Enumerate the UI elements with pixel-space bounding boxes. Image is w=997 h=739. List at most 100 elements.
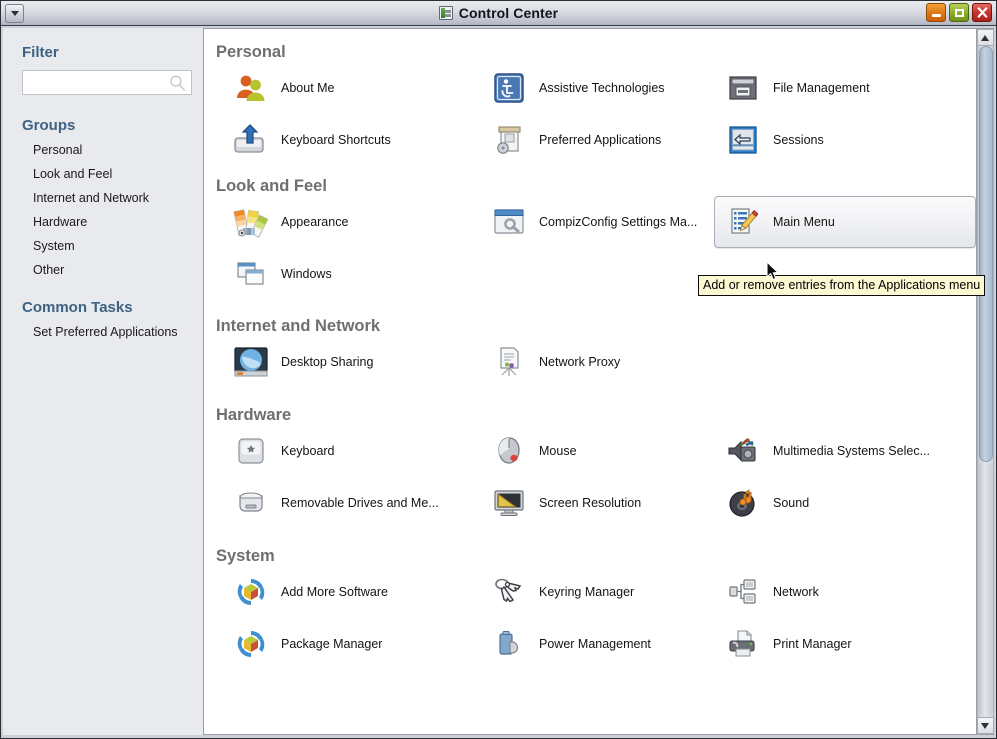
settings-item-network[interactable]: Network <box>714 566 976 618</box>
network-nodes-icon <box>723 572 763 612</box>
section-grid-internet-and-network: Desktop Sharing Network Proxy <box>204 336 976 388</box>
settings-content-pane: Personal About Me Assistive Technologies… <box>204 29 976 734</box>
settings-item-keyring-manager[interactable]: Keyring Manager <box>480 566 714 618</box>
scroll-up-arrow-icon <box>981 34 989 41</box>
settings-item-print-manager[interactable]: Print Manager <box>714 618 976 670</box>
battery-power-icon <box>489 624 529 664</box>
settings-item-sessions[interactable]: Sessions <box>714 114 976 166</box>
settings-item-sound[interactable]: Sound <box>714 477 976 529</box>
settings-item-network-proxy[interactable]: Network Proxy <box>480 336 714 388</box>
settings-item-compizconfig-settings-manager[interactable]: CompizConfig Settings Ma... <box>480 196 714 248</box>
settings-item-mouse[interactable]: Mouse <box>480 425 714 477</box>
section-grid-personal: About Me Assistive Technologies File Man… <box>204 62 976 166</box>
sessions-icon <box>723 120 763 160</box>
sidebar: Filter Groups Personal Look and Feel Int… <box>3 28 203 735</box>
settings-item-file-management[interactable]: File Management <box>714 62 976 114</box>
filter-heading: Filter <box>22 44 59 61</box>
compiz-window-wrench-icon <box>489 202 529 242</box>
settings-item-keyboard[interactable]: Keyboard <box>222 425 480 477</box>
tooltip: Add or remove entries from the Applicati… <box>698 275 986 296</box>
settings-item-label: Windows <box>281 267 332 281</box>
menu-edit-pencil-icon <box>723 202 763 242</box>
settings-item-label: Package Manager <box>281 637 383 651</box>
groups-heading: Groups <box>22 117 76 134</box>
window-title: Control Center <box>458 5 559 21</box>
sidebar-item-set-preferred-applications[interactable]: Set Preferred Applications <box>33 325 191 339</box>
window-titlebar: Control Center <box>1 1 996 26</box>
settings-item-preferred-applications[interactable]: Preferred Applications <box>480 114 714 166</box>
settings-item-appearance[interactable]: Appearance <box>222 196 480 248</box>
section-title-personal: Personal <box>216 43 286 61</box>
settings-item-label: Keyboard Shortcuts <box>281 133 391 147</box>
settings-item-label: Screen Resolution <box>539 496 642 510</box>
sidebar-item-other[interactable]: Other <box>33 263 191 277</box>
printer-icon <box>723 624 763 664</box>
settings-item-label: Sound <box>773 496 810 510</box>
window-controls <box>926 3 992 22</box>
monitor-ruler-icon <box>489 483 529 523</box>
settings-item-keyboard-shortcuts[interactable]: Keyboard Shortcuts <box>222 114 480 166</box>
sidebar-item-hardware[interactable]: Hardware <box>33 215 191 229</box>
control-center-window: Control Center Filter Groups Personal Lo… <box>0 0 997 739</box>
vertical-scrollbar[interactable] <box>976 29 994 734</box>
multimedia-speaker-icon <box>723 431 763 471</box>
settings-item-assistive-technologies[interactable]: Assistive Technologies <box>480 62 714 114</box>
maximize-button[interactable] <box>949 3 969 22</box>
settings-item-label: Network Proxy <box>539 355 621 369</box>
settings-item-label: CompizConfig Settings Ma... <box>539 215 698 229</box>
settings-item-screen-resolution[interactable]: Screen Resolution <box>480 477 714 529</box>
section-grid-system: Add More Software Keyring Manager Networ… <box>204 566 976 670</box>
window-menu-button[interactable] <box>5 3 24 23</box>
removable-drive-icon <box>231 483 271 523</box>
section-title-internet-and-network: Internet and Network <box>216 317 381 335</box>
close-button[interactable] <box>972 3 992 22</box>
settings-item-label: Network <box>773 585 819 599</box>
settings-item-main-menu[interactable]: Main Menu <box>714 196 976 248</box>
sidebar-item-look-and-feel[interactable]: Look and Feel <box>33 167 191 181</box>
settings-item-label: Main Menu <box>773 215 835 229</box>
minimize-icon <box>931 13 941 17</box>
settings-item-multimedia-systems-selector[interactable]: Multimedia Systems Selec... <box>714 425 976 477</box>
settings-item-label: Print Manager <box>773 637 852 651</box>
minimize-button[interactable] <box>926 3 946 22</box>
settings-item-label: Mouse <box>539 444 577 458</box>
sidebar-item-system[interactable]: System <box>33 239 191 253</box>
settings-item-about-me[interactable]: About Me <box>222 62 480 114</box>
settings-item-label: Assistive Technologies <box>539 81 665 95</box>
settings-item-label: Sessions <box>773 133 824 147</box>
scrollbar-track-lower[interactable] <box>978 462 993 717</box>
filter-input-wrapper[interactable] <box>22 70 192 95</box>
settings-item-label: Keyboard <box>281 444 335 458</box>
settings-item-removable-drives-and-media[interactable]: Removable Drives and Me... <box>222 477 480 529</box>
scrollbar-track[interactable] <box>976 46 994 717</box>
settings-item-power-management[interactable]: Power Management <box>480 618 714 670</box>
color-swatch-icon <box>231 202 271 242</box>
maximize-icon <box>954 8 964 17</box>
sidebar-item-personal[interactable]: Personal <box>33 143 191 157</box>
sound-note-icon <box>723 483 763 523</box>
settings-item-add-more-software[interactable]: Add More Software <box>222 566 480 618</box>
mouse-icon <box>489 431 529 471</box>
globe-monitor-icon <box>231 342 271 382</box>
proxy-certificate-icon <box>489 342 529 382</box>
scroll-down-arrow-icon <box>981 722 989 729</box>
settings-item-desktop-sharing[interactable]: Desktop Sharing <box>222 336 480 388</box>
window-menu-caret-icon <box>10 10 19 16</box>
window-title-group: Control Center <box>1 5 996 21</box>
section-title-system: System <box>216 547 275 565</box>
settings-item-label: Appearance <box>281 215 349 229</box>
settings-item-package-manager[interactable]: Package Manager <box>222 618 480 670</box>
package-refresh-icon <box>231 572 271 612</box>
settings-item-label: Removable Drives and Me... <box>281 496 439 510</box>
settings-item-windows[interactable]: Windows <box>222 248 480 300</box>
search-input[interactable] <box>23 71 191 94</box>
scroll-down-button[interactable] <box>976 717 994 734</box>
scroll-up-button[interactable] <box>976 29 994 46</box>
scrollbar-thumb[interactable] <box>978 46 993 463</box>
sidebar-item-internet-and-network[interactable]: Internet and Network <box>33 191 191 205</box>
section-title-hardware: Hardware <box>216 406 292 424</box>
settings-content-inner: Personal About Me Assistive Technologies… <box>204 29 976 700</box>
keyboard-shortcut-icon <box>231 120 271 160</box>
content-outer: Personal About Me Assistive Technologies… <box>203 28 994 735</box>
keyring-keys-icon <box>489 572 529 612</box>
